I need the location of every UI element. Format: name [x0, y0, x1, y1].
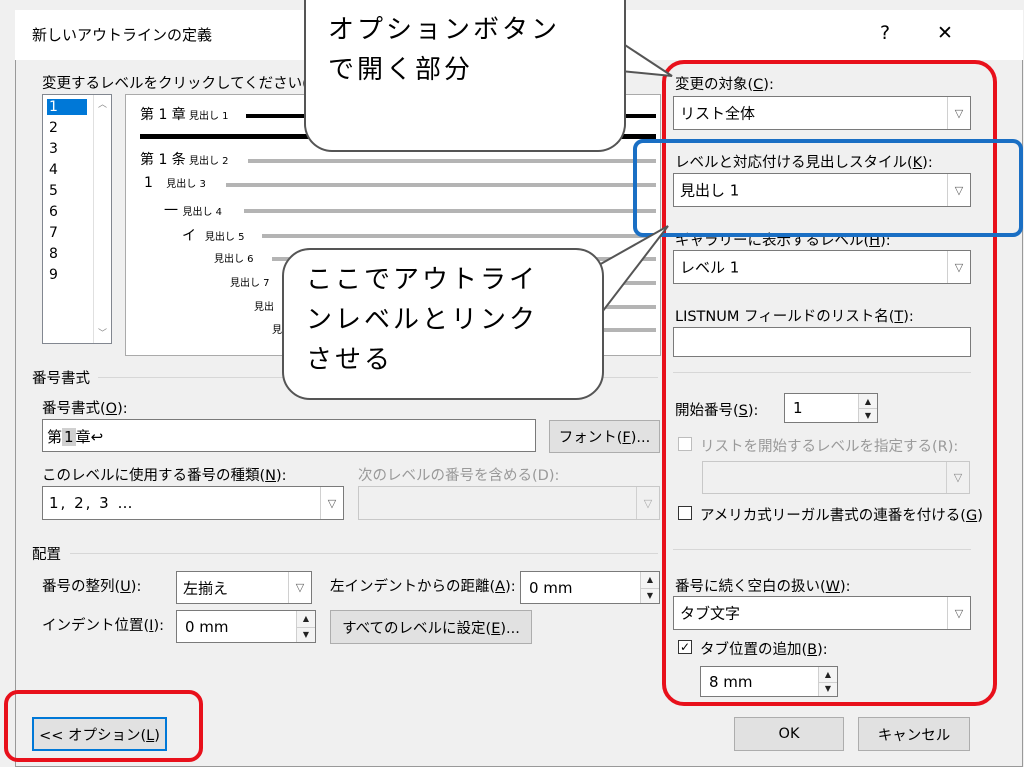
callout-options-line: で開く部分 [328, 55, 474, 85]
callout-options: オプションボタン で開く部分 [304, 0, 626, 152]
callout-link-line: させる [306, 345, 394, 375]
callout-options-line: オプションボタン [328, 15, 561, 45]
callout-link-line: ンレベルとリンク [306, 305, 539, 335]
callout-link: ここでアウトライ ンレベルとリンク させる [282, 248, 604, 400]
callout-link-line: ここでアウトライ [306, 265, 539, 295]
